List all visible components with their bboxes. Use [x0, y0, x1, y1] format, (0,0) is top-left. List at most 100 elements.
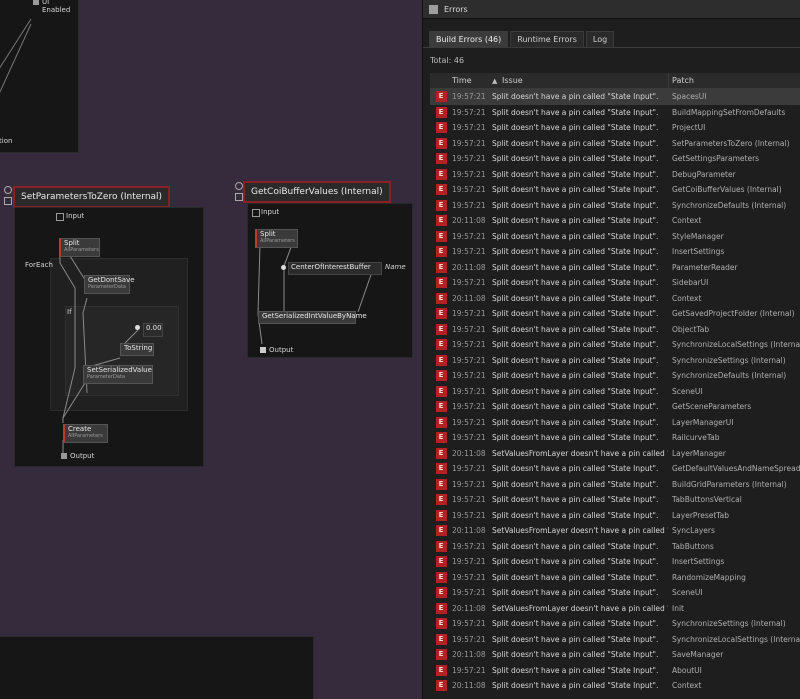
error-patch[interactable]: SynchronizeDefaults (Internal) — [668, 201, 800, 210]
error-patch[interactable]: SceneUI — [668, 588, 800, 597]
center-pin-icon[interactable] — [281, 265, 286, 270]
error-patch[interactable]: StyleManager — [668, 232, 800, 241]
error-row[interactable]: E 19:57:21 Split doesn't have a pin called… — [430, 229, 800, 245]
error-row[interactable]: E 20:11:08 Split doesn't have a pin called… — [430, 678, 800, 694]
error-patch[interactable]: ProjectUI — [668, 123, 800, 132]
error-patch[interactable]: Init — [668, 604, 800, 613]
error-row[interactable]: E 20:11:08 Split doesn't have a pin called… — [430, 260, 800, 276]
error-patch[interactable]: SynchronizeLocalSettings (Internal) — [668, 340, 800, 349]
set-serialized-value-node[interactable]: SetSerializedValue ParameterData — [83, 365, 153, 384]
error-row[interactable]: E 19:57:21 Split doesn't have a pin called… — [430, 461, 800, 477]
error-row[interactable]: E 20:11:08 SetValuesFromLayer doesn't have… — [430, 601, 800, 617]
error-patch[interactable]: InsertSettings — [668, 557, 800, 566]
tab-log[interactable]: Log — [585, 31, 615, 47]
error-patch[interactable]: InsertSettings — [668, 247, 800, 256]
error-row[interactable]: E 19:57:21 Split doesn't have a pin called… — [430, 337, 800, 353]
error-row[interactable]: E 19:57:21 Split doesn't have a pin called… — [430, 585, 800, 601]
error-patch[interactable]: RailcurveTab — [668, 433, 800, 442]
error-patch[interactable]: LayerPresetTab — [668, 511, 800, 520]
get-serialized-int-value-node[interactable]: GetSerializedIntValueByName — [258, 311, 367, 324]
error-row[interactable]: E 19:57:21 Split doesn't have a pin called… — [430, 353, 800, 369]
error-patch[interactable]: BuildMappingSetFromDefaults — [668, 108, 800, 117]
tab-build-errors[interactable]: Build Errors (46) — [429, 31, 509, 47]
node-title-set-parameters-to-zero[interactable]: SetParametersToZero (Internal) — [13, 186, 171, 208]
error-row[interactable]: E 19:57:21 Split doesn't have a pin called… — [430, 136, 800, 152]
error-patch[interactable]: AboutUI — [668, 666, 800, 675]
error-row[interactable]: E 19:57:21 Split doesn't have a pin called… — [430, 415, 800, 431]
error-patch[interactable]: GetSettingsParameters — [668, 154, 800, 163]
error-row[interactable]: E 19:57:21 Split doesn't have a pin called… — [430, 368, 800, 384]
error-patch[interactable]: SetParametersToZero (Internal) — [668, 139, 800, 148]
error-row[interactable]: E 19:57:21 Split doesn't have a pin called… — [430, 384, 800, 400]
collapse-toggle-icon[interactable] — [4, 186, 12, 194]
error-row[interactable]: E 19:57:21 Split doesn't have a pin called… — [430, 492, 800, 508]
patch-canvas[interactable]: UI Enabled tion SetParametersToZero (Int… — [0, 0, 422, 699]
error-patch[interactable]: DebugParameter — [668, 170, 800, 179]
column-header-time[interactable]: Time — [452, 76, 492, 85]
error-row[interactable]: E 19:57:21 Split doesn't have a pin called… — [430, 430, 800, 446]
error-row[interactable]: E 20:11:08 Split doesn't have a pin called… — [430, 291, 800, 307]
error-patch[interactable]: SynchronizeSettings (Internal) — [668, 619, 800, 628]
input-pin[interactable] — [56, 213, 64, 221]
error-patch[interactable]: TabButtons — [668, 542, 800, 551]
patch-panel-set-parameters-to-zero[interactable]: Input Split AllParameters ForEach GetDon… — [14, 207, 204, 467]
error-patch[interactable]: SaveManager — [668, 650, 800, 659]
column-header-patch[interactable]: Patch — [669, 76, 800, 85]
sort-arrow-icon[interactable]: ▲ — [492, 77, 502, 85]
error-patch[interactable]: Context — [668, 294, 800, 303]
error-row[interactable]: E 19:57:21 Split doesn't have a pin called… — [430, 182, 800, 198]
error-patch[interactable]: BuildGridParameters (Internal) — [668, 480, 800, 489]
error-row[interactable]: E 19:57:21 Split doesn't have a pin called… — [430, 275, 800, 291]
error-row[interactable]: E 19:57:21 Split doesn't have a pin called… — [430, 539, 800, 555]
window-titlebar[interactable]: Errors — [423, 0, 800, 19]
error-patch[interactable]: ObjectTab — [668, 325, 800, 334]
ui-enabled-pin[interactable] — [33, 0, 39, 5]
error-patch[interactable]: LayerManagerUI — [668, 418, 800, 427]
error-row[interactable]: E 19:57:21 Split doesn't have a pin called… — [430, 306, 800, 322]
create-node[interactable]: Create AllParameters — [63, 424, 108, 443]
output-pin-2[interactable] — [260, 347, 266, 353]
error-patch[interactable]: SynchronizeDefaults (Internal) — [668, 371, 800, 380]
split-node[interactable]: Split AllParameters — [59, 238, 100, 257]
tab-runtime-errors[interactable]: Runtime Errors — [510, 31, 584, 47]
error-patch[interactable]: Context — [668, 681, 800, 690]
error-patch[interactable]: Context — [668, 216, 800, 225]
error-row[interactable]: E 19:57:21 Split doesn't have a pin called… — [430, 632, 800, 648]
error-row[interactable]: E 19:57:21 Split doesn't have a pin called… — [430, 167, 800, 183]
error-row[interactable]: E 19:57:21 Split doesn't have a pin called… — [430, 105, 800, 121]
node-menu-icon-2[interactable] — [235, 193, 243, 201]
error-patch[interactable]: RandomizeMapping — [668, 573, 800, 582]
error-patch[interactable]: SpacesUI — [668, 92, 800, 101]
error-patch[interactable]: GetCoiBufferValues (Internal) — [668, 185, 800, 194]
error-row[interactable]: E 20:11:08 Split doesn't have a pin called… — [430, 213, 800, 229]
error-row[interactable]: E 19:57:21 Split doesn't have a pin called… — [430, 89, 800, 105]
errors-window[interactable]: Errors Build Errors (46) Runtime Errors … — [422, 0, 800, 699]
error-patch[interactable]: SynchronizeLocalSettings (Internal) — [668, 635, 800, 644]
error-patch[interactable]: LayerManager — [668, 449, 800, 458]
error-patch[interactable]: TabButtonsVertical — [668, 495, 800, 504]
error-patch[interactable]: GetSavedProjectFolder (Internal) — [668, 309, 800, 318]
error-row[interactable]: E 20:11:08 SetValuesFromLayer doesn't have… — [430, 446, 800, 462]
error-row[interactable]: E 19:57:21 Split doesn't have a pin called… — [430, 477, 800, 493]
output-pin[interactable] — [61, 453, 67, 459]
collapse-toggle-icon-2[interactable] — [235, 182, 243, 190]
center-of-interest-buffer-node[interactable]: CenterOfInterestBuffer — [288, 262, 382, 275]
node-title-get-coi-buffer-values[interactable]: GetCoiBufferValues (Internal) — [243, 181, 391, 203]
error-patch[interactable]: SceneUI — [668, 387, 800, 396]
error-row[interactable]: E 19:57:21 Split doesn't have a pin called… — [430, 399, 800, 415]
error-row[interactable]: E 19:57:21 Split doesn't have a pin called… — [430, 120, 800, 136]
error-patch[interactable]: ParameterReader — [668, 263, 800, 272]
error-patch[interactable]: SyncLayers — [668, 526, 800, 535]
input-pin-2[interactable] — [252, 209, 260, 217]
error-patch[interactable]: GetSceneParameters — [668, 402, 800, 411]
error-row[interactable]: E 19:57:21 Split doesn't have a pin called… — [430, 663, 800, 679]
error-row[interactable]: E 19:57:21 Split doesn't have a pin called… — [430, 322, 800, 338]
error-patch[interactable]: SidebarUI — [668, 278, 800, 287]
error-row[interactable]: E 19:57:21 Split doesn't have a pin called… — [430, 508, 800, 524]
error-row[interactable]: E 20:11:08 Split doesn't have a pin called… — [430, 647, 800, 663]
patch-panel-get-coi-buffer-values[interactable]: Input Split AllParameters CenterOfIntere… — [247, 203, 413, 358]
node-menu-icon[interactable] — [4, 197, 12, 205]
column-header-issue[interactable]: Issue — [502, 76, 668, 85]
error-row[interactable]: E 19:57:21 Split doesn't have a pin called… — [430, 151, 800, 167]
get-dont-save-node[interactable]: GetDontSave ParameterData — [84, 275, 135, 294]
